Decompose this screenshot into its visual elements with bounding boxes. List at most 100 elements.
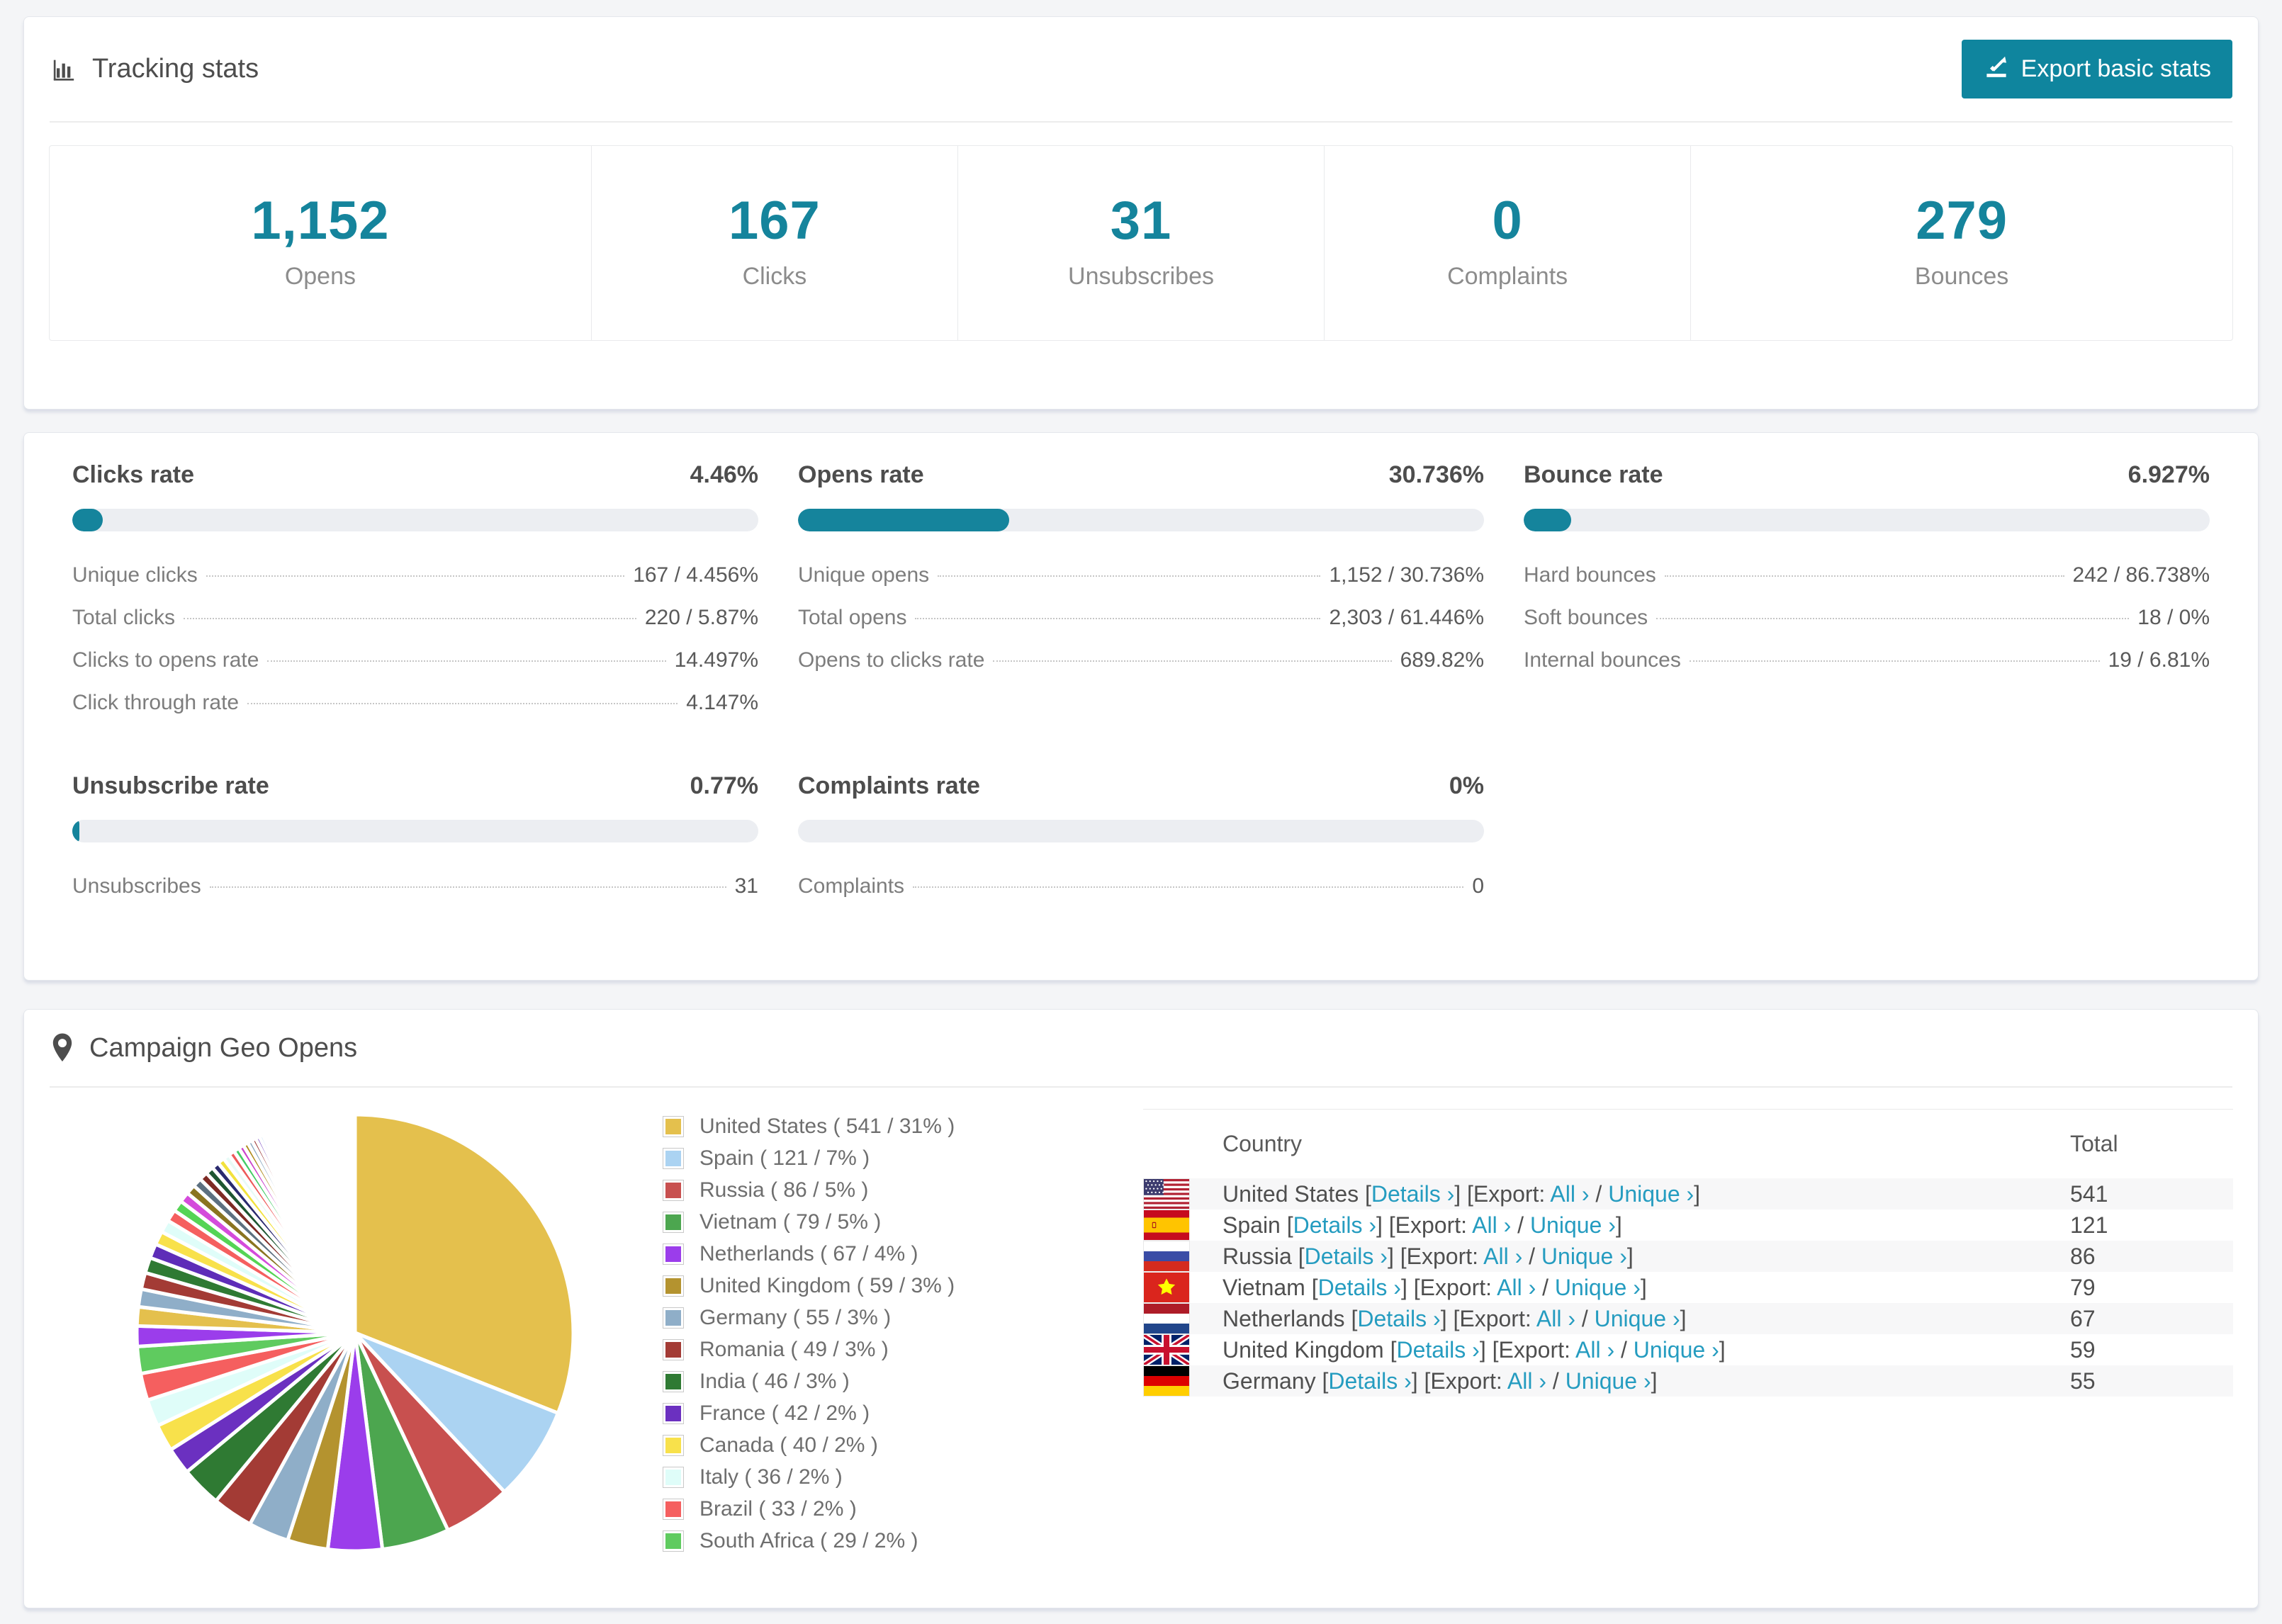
legend-label: United States ( 541 / 31% ) (699, 1115, 955, 1138)
export-unique-link[interactable]: Unique › (1530, 1212, 1616, 1238)
export-unique-link[interactable]: Unique › (1541, 1244, 1627, 1269)
legend-swatch (663, 1467, 684, 1488)
rate-progress-bar (72, 509, 758, 531)
export-all-link[interactable]: All › (1497, 1275, 1536, 1300)
legend-item[interactable]: India ( 46 / 3% ) (663, 1370, 1060, 1394)
rate-row-label: Internal bounces (1524, 648, 1681, 672)
rate-row-value: 242 / 86.738% (2072, 563, 2210, 587)
legend-item[interactable]: Brazil ( 33 / 2% ) (663, 1497, 1060, 1521)
rates-grid: Clicks rate 4.46% Unique clicks 167 / 4.… (72, 461, 2210, 916)
page-title: Tracking stats (50, 54, 259, 84)
legend-item[interactable]: Netherlands ( 67 / 4% ) (663, 1242, 1060, 1266)
rate-detail-row: Complaints 0 (798, 874, 1484, 899)
export-unique-link[interactable]: Unique › (1608, 1181, 1694, 1207)
legend-item[interactable]: Romania ( 49 / 3% ) (663, 1338, 1060, 1362)
geo-header: Campaign Geo Opens (24, 1010, 2258, 1086)
country-flag-cell (1143, 1241, 1222, 1272)
geo-table-row: Germany [Details ›] [Export: All › / Uni… (1143, 1365, 2233, 1397)
vn-flag-icon (1143, 1272, 1190, 1303)
details-link[interactable]: Details › (1357, 1306, 1440, 1331)
details-link[interactable]: Details › (1328, 1368, 1411, 1394)
export-all-link[interactable]: All › (1536, 1306, 1575, 1331)
rate-section: Clicks rate 4.46% Unique clicks 167 / 4.… (72, 461, 758, 733)
export-label: ] [Export: (1387, 1243, 1484, 1269)
dotted-leader (1664, 575, 2064, 577)
slash: / (1589, 1180, 1609, 1207)
stat-value: 279 (1916, 191, 2008, 251)
legend-swatch (663, 1275, 684, 1297)
country-name: Netherlands (1222, 1305, 1351, 1331)
rate-value: 30.736% (1388, 461, 1484, 488)
bracket: [ (1311, 1274, 1318, 1300)
legend-item[interactable]: Spain ( 121 / 7% ) (663, 1146, 1060, 1171)
legend-item[interactable]: United States ( 541 / 31% ) (663, 1115, 1060, 1139)
rate-progress-bar (798, 509, 1484, 531)
rate-section: Complaints rate 0% Complaints 0 (798, 772, 1484, 916)
rate-detail-row: Clicks to opens rate 14.497% (72, 648, 758, 673)
legend-swatch (663, 1499, 684, 1520)
slash: / (1522, 1243, 1541, 1269)
legend-label: Russia ( 86 / 5% ) (699, 1178, 869, 1202)
country-name: Spain (1222, 1212, 1287, 1238)
legend-item[interactable]: Vietnam ( 79 / 5% ) (663, 1210, 1060, 1234)
legend-swatch (663, 1339, 684, 1360)
summary-stat-cell: 279 Bounces (1690, 146, 2232, 340)
es-flag-icon (1143, 1209, 1190, 1241)
stat-value: 167 (728, 191, 821, 251)
details-link[interactable]: Details › (1305, 1244, 1388, 1269)
stat-label: Unsubscribes (1068, 263, 1214, 290)
geo-table-wrap: Country Total United States [Details ›] … (1143, 1109, 2233, 1608)
country-cell: United States [Details ›] [Export: All ›… (1222, 1178, 2070, 1209)
geo-pie-chart[interactable] (49, 1099, 616, 1570)
rate-detail-row: Opens to clicks rate 689.82% (798, 648, 1484, 673)
export-basic-stats-button[interactable]: Export basic stats (1961, 40, 2232, 98)
de-flag-icon (1143, 1365, 1190, 1397)
dotted-leader (206, 575, 625, 577)
legend-swatch (663, 1212, 684, 1233)
rate-title: Bounce rate (1524, 461, 1663, 488)
export-unique-link[interactable]: Unique › (1634, 1337, 1719, 1363)
export-all-link[interactable]: All › (1507, 1368, 1546, 1394)
rate-detail-row: Unique clicks 167 / 4.456% (72, 563, 758, 588)
export-all-link[interactable]: All › (1550, 1181, 1589, 1207)
export-all-link[interactable]: All › (1472, 1212, 1511, 1238)
legend-item[interactable]: Canada ( 40 / 2% ) (663, 1433, 1060, 1457)
country-flag-cell (1143, 1334, 1222, 1365)
details-link[interactable]: Details › (1371, 1181, 1454, 1207)
rate-row-label: Unsubscribes (72, 874, 201, 898)
export-all-link[interactable]: All › (1575, 1337, 1614, 1363)
legend-item[interactable]: Germany ( 55 / 3% ) (663, 1306, 1060, 1330)
rate-progress-bar (798, 820, 1484, 842)
export-unique-link[interactable]: Unique › (1555, 1275, 1641, 1300)
details-link[interactable]: Details › (1318, 1275, 1401, 1300)
geo-pie-legend: United States ( 541 / 31% ) Spain ( 121 … (663, 1115, 1060, 1561)
details-link[interactable]: Details › (1293, 1212, 1376, 1238)
details-link[interactable]: Details › (1396, 1337, 1479, 1363)
export-all-link[interactable]: All › (1483, 1244, 1522, 1269)
country-total: 121 (2070, 1212, 2108, 1238)
legend-item[interactable]: Italy ( 36 / 2% ) (663, 1465, 1060, 1489)
export-label: ] [Export: (1479, 1336, 1575, 1363)
legend-item[interactable]: United Kingdom ( 59 / 3% ) (663, 1274, 1060, 1298)
tracking-stats-header: Tracking stats Export basic stats (24, 17, 2258, 121)
rate-row-value: 31 (734, 874, 758, 898)
stat-value: 0 (1492, 191, 1523, 251)
page-title-text: Tracking stats (92, 54, 259, 84)
rate-progress-fill (798, 509, 1009, 531)
legend-item[interactable]: South Africa ( 29 / 2% ) (663, 1529, 1060, 1553)
export-label: ] [Export: (1411, 1368, 1507, 1394)
export-unique-link[interactable]: Unique › (1566, 1368, 1651, 1394)
slash: / (1546, 1368, 1566, 1394)
rate-detail-row: Total clicks 220 / 5.87% (72, 605, 758, 631)
geo-table-row: United Kingdom [Details ›] [Export: All … (1143, 1334, 2233, 1365)
export-unique-link[interactable]: Unique › (1595, 1306, 1680, 1331)
geo-table-header-row: Country Total (1143, 1110, 2233, 1179)
legend-item[interactable]: France ( 42 / 2% ) (663, 1402, 1060, 1426)
rate-row-label: Unique clicks (72, 563, 198, 587)
legend-item[interactable]: Russia ( 86 / 5% ) (663, 1178, 1060, 1202)
geo-table: Country Total United States [Details ›] … (1143, 1109, 2233, 1397)
summary-stat-cell: 167 Clicks (590, 146, 957, 340)
bracket: [ (1286, 1212, 1293, 1238)
legend-swatch (663, 1180, 684, 1201)
header-divider (50, 121, 2232, 123)
